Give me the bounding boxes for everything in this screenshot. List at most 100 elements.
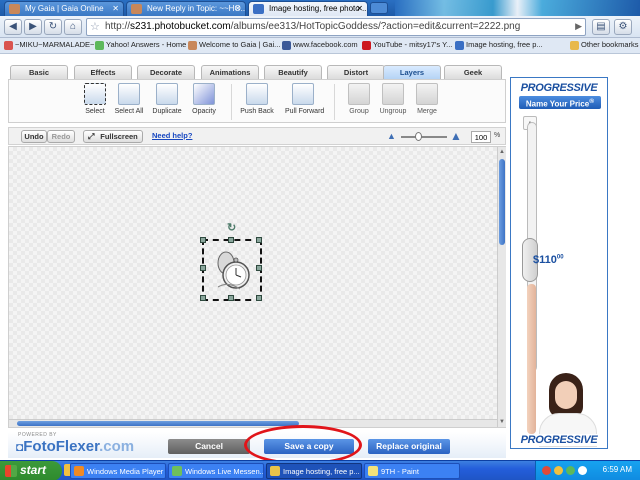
resize-handle[interactable] — [200, 265, 206, 271]
bookmark-item[interactable]: Image hosting, free p... — [455, 40, 543, 50]
opacity-tool-button[interactable]: Opacity — [186, 83, 222, 121]
start-button[interactable]: start — [0, 461, 62, 480]
tray-icon[interactable] — [554, 466, 563, 475]
bookmarks-bar: ~MIKU~MARMALADE~ Yahoo! Answers - Home W… — [0, 38, 640, 54]
ad-brand-bottom: PROGRESSIVE — [511, 434, 607, 446]
tool-label: Push Back — [240, 108, 274, 115]
resize-handle[interactable] — [228, 237, 234, 243]
close-icon[interactable]: ✕ — [234, 2, 241, 16]
resize-handle[interactable] — [228, 295, 234, 301]
image-canvas[interactable]: ↻ ▲ ▼ — [8, 146, 506, 428]
browser-tab-reply[interactable]: New Reply in Topic: ~~HO... ✕ — [126, 1, 246, 16]
page-menu-button[interactable]: ▤ — [592, 19, 610, 35]
zoom-slider-handle[interactable] — [415, 132, 422, 141]
tab-beautify[interactable]: Beautify — [264, 65, 322, 79]
gaia-favicon-icon — [131, 4, 142, 14]
resize-handle[interactable] — [256, 265, 262, 271]
bookmark-item[interactable]: www.facebook.com — [282, 40, 358, 50]
forward-button[interactable]: ▶ — [24, 19, 42, 35]
resize-handle[interactable] — [200, 295, 206, 301]
address-bar[interactable]: ☆ http://s231.photobucket.com/albums/ee3… — [86, 18, 586, 36]
fotoflexer-logo[interactable]: ◘FotoFlexer.com — [16, 438, 134, 455]
taskbar-item-browser[interactable]: Image hosting, free p... — [266, 463, 362, 479]
layers-toolbar: Select Select All Duplicate Opacity Push… — [8, 79, 506, 123]
browser-tab-gaia[interactable]: My Gaia | Gaia Online ✕ — [4, 1, 124, 16]
canvas-horizontal-scrollbar[interactable] — [9, 419, 497, 427]
resize-handle[interactable] — [256, 295, 262, 301]
rotate-handle-icon[interactable]: ↻ — [227, 221, 236, 234]
ungroup-icon — [382, 83, 404, 105]
undo-button[interactable]: Undo — [21, 130, 47, 143]
redo-button[interactable]: Redo — [47, 130, 75, 143]
tab-animations[interactable]: Animations — [201, 65, 259, 79]
toolbar-divider — [231, 84, 232, 120]
new-tab-button[interactable] — [370, 2, 388, 14]
need-help-link[interactable]: Need help? — [152, 131, 192, 140]
taskbar-item-paint[interactable]: 9TH - Paint — [364, 463, 460, 479]
name-your-price-button[interactable]: Name Your Price® — [519, 96, 601, 109]
opacity-icon — [193, 83, 215, 105]
bookmark-item[interactable]: Yahoo! Answers - Home — [95, 40, 187, 50]
duplicate-tool-button[interactable]: Duplicate — [149, 83, 185, 121]
tab-distort[interactable]: Distort — [327, 65, 385, 79]
taskbar-item-media-player[interactable]: Windows Media Player — [70, 463, 166, 479]
horizontal-scroll-thumb[interactable] — [17, 421, 299, 426]
taskbar-item-messenger[interactable]: Windows Live Messen... — [168, 463, 264, 479]
zoom-value-field[interactable]: 100 — [471, 131, 491, 143]
tab-basic[interactable]: Basic — [10, 65, 68, 79]
browser-tab-label: My Gaia | Gaia Online — [25, 4, 104, 13]
merge-tool-button[interactable]: Merge — [409, 83, 445, 121]
home-button[interactable]: ⌂ — [64, 19, 82, 35]
start-label: start — [20, 463, 47, 477]
push-back-icon — [246, 83, 268, 105]
tray-icon[interactable] — [542, 466, 551, 475]
pull-forward-tool-button[interactable]: Pull Forward — [285, 83, 324, 121]
progressive-ad[interactable]: PROGRESSIVE Name Your Price® ▲ $11000 PR… — [510, 77, 608, 449]
select-tool-button[interactable]: Select — [77, 83, 113, 121]
scroll-down-icon[interactable]: ▼ — [498, 419, 506, 425]
gaia-favicon-icon — [9, 4, 20, 14]
resize-handle[interactable] — [200, 237, 206, 243]
vertical-scroll-thumb[interactable] — [499, 159, 505, 245]
push-back-tool-button[interactable]: Push Back — [239, 83, 275, 121]
fullscreen-icon: ⤢ — [88, 132, 95, 141]
canvas-vertical-scrollbar[interactable]: ▲ ▼ — [497, 147, 506, 427]
bookmark-item[interactable]: YouTube - mitsy17's Y... — [362, 40, 452, 50]
bookmark-star-icon[interactable]: ☆ — [90, 20, 100, 33]
close-icon[interactable]: ✕ — [356, 2, 363, 16]
tab-layers[interactable]: Layers — [383, 65, 441, 79]
tab-decorate[interactable]: Decorate — [137, 65, 195, 79]
scroll-up-icon[interactable]: ▲ — [498, 149, 506, 155]
ad-cta-mark: ® — [589, 98, 595, 105]
zoom-in-mountain-icon[interactable]: ▲ — [450, 129, 462, 143]
taskbar-item-label: Windows Media Player — [87, 467, 164, 476]
go-arrow-icon[interactable]: ▶ — [575, 21, 582, 32]
select-all-tool-button[interactable]: Select All — [111, 83, 147, 121]
group-tool-button[interactable]: Group — [341, 83, 377, 121]
page-content: Basic Effects Decorate Animations Beauti… — [0, 54, 640, 465]
back-button[interactable]: ◀ — [4, 19, 22, 35]
bookmark-item[interactable]: Welcome to Gaia | Gai... — [188, 40, 281, 50]
tab-geek[interactable]: Geek — [444, 65, 502, 79]
windows-logo-icon — [5, 465, 17, 477]
browser-tab-photobucket[interactable]: Image hosting, free photo ... ✕ — [248, 1, 368, 16]
bookmark-label: Welcome to Gaia | Gai... — [199, 40, 281, 49]
replace-original-button[interactable]: Replace original — [368, 439, 450, 454]
other-bookmarks[interactable]: Other bookmarks — [570, 40, 639, 50]
zoom-out-mountain-icon[interactable]: ▲ — [387, 131, 396, 141]
tray-icon[interactable] — [566, 466, 575, 475]
reload-button[interactable]: ↻ — [44, 19, 62, 35]
fullscreen-button[interactable]: ⤢ Fullscreen — [83, 130, 143, 143]
highlight-annotation-ellipse — [244, 425, 362, 465]
volume-icon[interactable] — [578, 466, 587, 475]
cancel-button[interactable]: Cancel — [168, 439, 250, 454]
resize-handle[interactable] — [256, 237, 262, 243]
ungroup-tool-button[interactable]: Ungroup — [375, 83, 411, 121]
close-icon[interactable]: ✕ — [112, 2, 119, 16]
zoom-slider-track[interactable] — [401, 136, 447, 138]
tab-effects[interactable]: Effects — [74, 65, 132, 79]
bookmark-label: Yahoo! Answers - Home — [106, 40, 187, 49]
wrench-menu-button[interactable]: ⚙ — [614, 19, 632, 35]
bookmark-item[interactable]: ~MIKU~MARMALADE~ — [4, 40, 94, 50]
address-url: http://s231.photobucket.com/albums/ee313… — [105, 21, 521, 32]
